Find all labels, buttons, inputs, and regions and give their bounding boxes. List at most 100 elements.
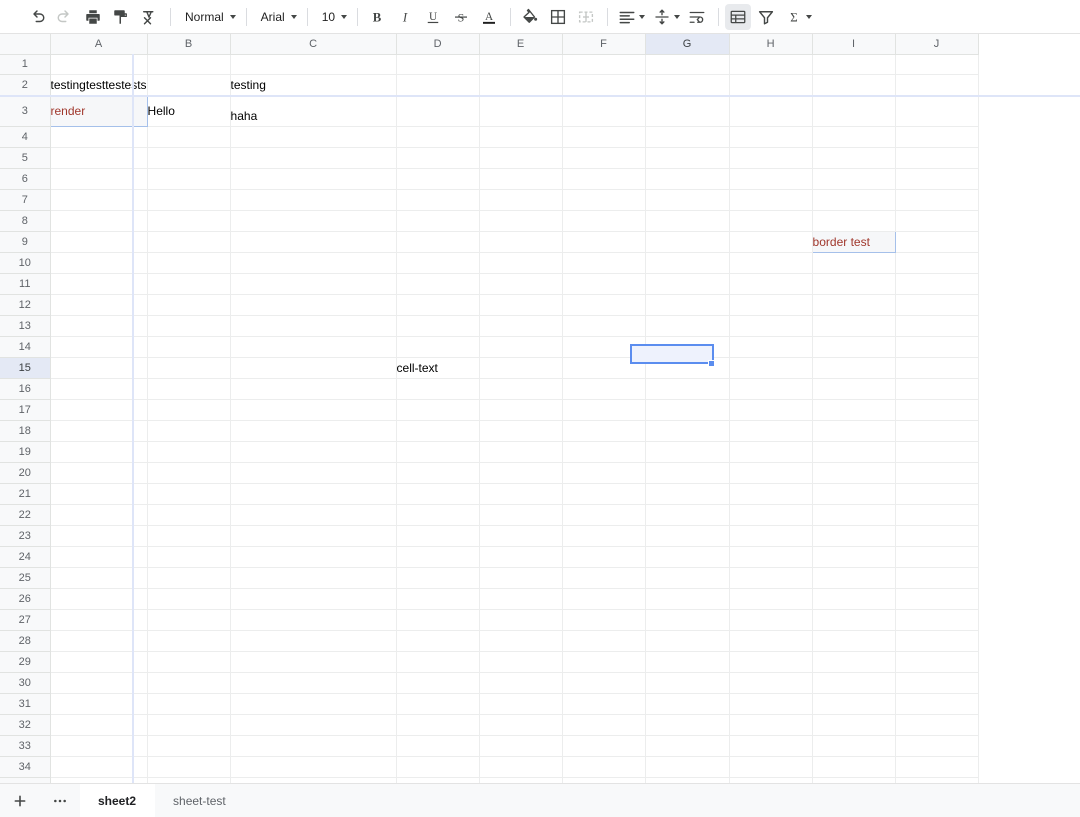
cell-J32[interactable] — [895, 714, 979, 736]
cell-D29[interactable] — [396, 651, 480, 673]
cell-E26[interactable] — [479, 588, 563, 610]
cell-G23[interactable] — [645, 525, 730, 547]
cell-E8[interactable] — [479, 210, 563, 232]
cell-E15[interactable] — [479, 357, 563, 379]
cell-J4[interactable] — [895, 126, 979, 148]
cell-H3[interactable] — [729, 95, 813, 127]
cell-J29[interactable] — [895, 651, 979, 673]
cell-J31[interactable] — [895, 693, 979, 715]
row-header-13[interactable]: 13 — [0, 315, 51, 337]
cell-C6[interactable] — [230, 168, 397, 190]
cell-F24[interactable] — [562, 546, 646, 568]
table-button[interactable] — [725, 3, 752, 30]
cell-E3[interactable] — [479, 95, 563, 127]
cell-J14[interactable] — [895, 336, 979, 358]
row-header-1[interactable]: 1 — [0, 54, 51, 75]
cell-A27[interactable] — [50, 609, 148, 631]
row-header-15[interactable]: 15 — [0, 357, 51, 379]
cell-H25[interactable] — [729, 567, 813, 589]
cell-B6[interactable] — [147, 168, 231, 190]
cell-G13[interactable] — [645, 315, 730, 337]
cell-D6[interactable] — [396, 168, 480, 190]
cell-J17[interactable] — [895, 399, 979, 421]
cell-G12[interactable] — [645, 294, 730, 316]
cell-G14[interactable] — [645, 336, 730, 358]
cell-F15[interactable] — [562, 357, 646, 379]
cell-G33[interactable] — [645, 735, 730, 757]
cell-B32[interactable] — [147, 714, 231, 736]
cell-E20[interactable] — [479, 462, 563, 484]
cell-H9[interactable] — [729, 231, 813, 253]
cell-D12[interactable] — [396, 294, 480, 316]
cell-J23[interactable] — [895, 525, 979, 547]
cell-J11[interactable] — [895, 273, 979, 295]
row-header-26[interactable]: 26 — [0, 588, 51, 610]
cell-E18[interactable] — [479, 420, 563, 442]
cell-A5[interactable] — [50, 147, 148, 169]
cell-F21[interactable] — [562, 483, 646, 505]
cell-B18[interactable] — [147, 420, 231, 442]
functions-button[interactable]: Σ — [781, 4, 814, 30]
cell-C11[interactable] — [230, 273, 397, 295]
cell-I11[interactable] — [812, 273, 896, 295]
text-style-dropdown[interactable]: Normal — [177, 4, 240, 30]
cell-D32[interactable] — [396, 714, 480, 736]
cell-J28[interactable] — [895, 630, 979, 652]
cell-G10[interactable] — [645, 252, 730, 274]
cell-E19[interactable] — [479, 441, 563, 463]
cell-C21[interactable] — [230, 483, 397, 505]
cell-I10[interactable] — [812, 252, 896, 274]
cell-F2[interactable] — [562, 74, 646, 96]
cell-A1[interactable] — [50, 54, 148, 75]
cell-E24[interactable] — [479, 546, 563, 568]
print-icon[interactable] — [80, 4, 106, 30]
cell-J21[interactable] — [895, 483, 979, 505]
cell-E34[interactable] — [479, 756, 563, 778]
cell-G4[interactable] — [645, 126, 730, 148]
cell-I15[interactable] — [812, 357, 896, 379]
cell-F5[interactable] — [562, 147, 646, 169]
cell-F33[interactable] — [562, 735, 646, 757]
cell-E29[interactable] — [479, 651, 563, 673]
cell-A20[interactable] — [50, 462, 148, 484]
cell-I23[interactable] — [812, 525, 896, 547]
cell-G2[interactable] — [645, 74, 730, 96]
cell-B4[interactable] — [147, 126, 231, 148]
cell-G21[interactable] — [645, 483, 730, 505]
cell-C22[interactable] — [230, 504, 397, 526]
cell-F18[interactable] — [562, 420, 646, 442]
cell-F9[interactable] — [562, 231, 646, 253]
cell-D1[interactable] — [396, 54, 480, 75]
cell-D22[interactable] — [396, 504, 480, 526]
cell-A34[interactable] — [50, 756, 148, 778]
cell-C3[interactable]: haha — [230, 95, 397, 127]
cell-E12[interactable] — [479, 294, 563, 316]
cell-D9[interactable] — [396, 231, 480, 253]
cell-B7[interactable] — [147, 189, 231, 211]
cell-F22[interactable] — [562, 504, 646, 526]
cell-G17[interactable] — [645, 399, 730, 421]
cell-F1[interactable] — [562, 54, 646, 75]
cell-F10[interactable] — [562, 252, 646, 274]
cell-D16[interactable] — [396, 378, 480, 400]
cell-F23[interactable] — [562, 525, 646, 547]
italic-button[interactable]: I — [392, 4, 418, 30]
cell-C23[interactable] — [230, 525, 397, 547]
cell-B27[interactable] — [147, 609, 231, 631]
cell-H4[interactable] — [729, 126, 813, 148]
cell-D5[interactable] — [396, 147, 480, 169]
cell-J33[interactable] — [895, 735, 979, 757]
cell-F19[interactable] — [562, 441, 646, 463]
cell-J18[interactable] — [895, 420, 979, 442]
cell-J7[interactable] — [895, 189, 979, 211]
cell-B3[interactable]: Hello — [147, 95, 231, 127]
cell-B1[interactable] — [147, 54, 231, 75]
cell-B16[interactable] — [147, 378, 231, 400]
cell-A33[interactable] — [50, 735, 148, 757]
cell-G5[interactable] — [645, 147, 730, 169]
cell-I12[interactable] — [812, 294, 896, 316]
cell-B10[interactable] — [147, 252, 231, 274]
column-header-A[interactable]: A — [50, 34, 148, 55]
cell-E5[interactable] — [479, 147, 563, 169]
row-header-11[interactable]: 11 — [0, 273, 51, 295]
